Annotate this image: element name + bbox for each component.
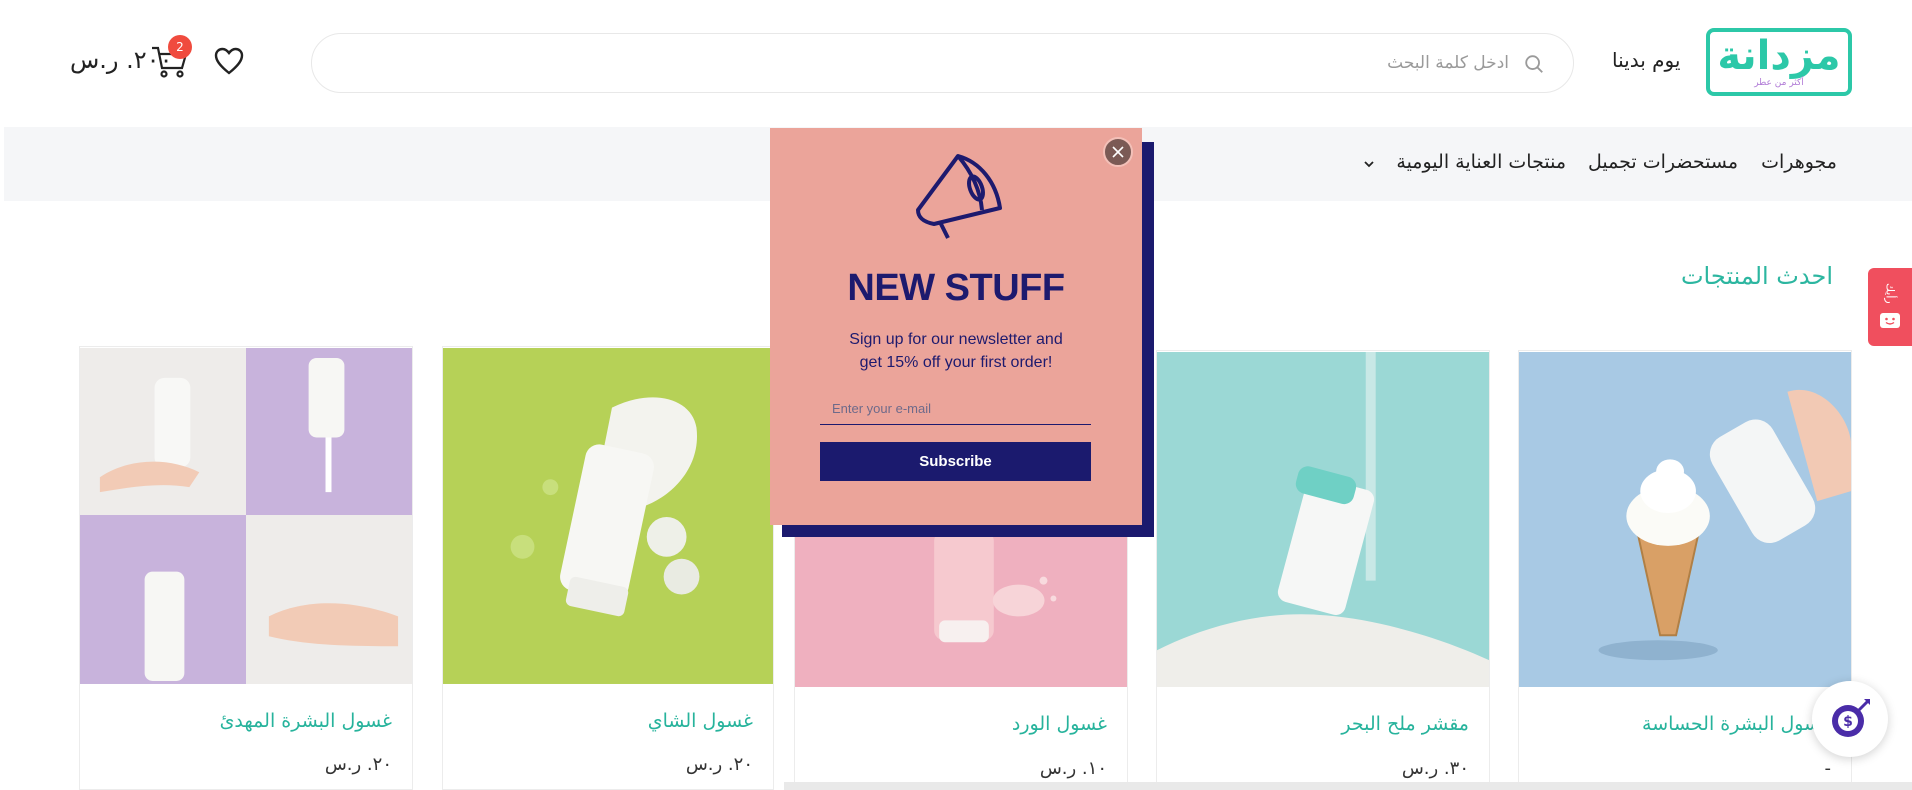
smile-chat-icon [1880, 313, 1900, 329]
nav-item-jewelry[interactable]: مجوهرات [1761, 151, 1837, 173]
product-price: ٢٠. ر.س [685, 754, 753, 775]
section-title: احدث المنتجات [1680, 262, 1833, 290]
logo-text: مزدانة [1717, 33, 1841, 79]
brand-story-link[interactable]: يوم بدينا [1612, 48, 1680, 72]
product-name[interactable]: غسول الورد [1012, 713, 1107, 735]
nav-item-cosmetics[interactable]: مستحضرات تجميل [1588, 151, 1738, 173]
popup-title: NEW STUFF [847, 267, 1065, 309]
close-icon[interactable] [1103, 137, 1133, 167]
product-image[interactable] [1157, 351, 1489, 688]
cart-total[interactable]: ٢٠٠. ر.س [70, 46, 172, 74]
megaphone-icon [916, 154, 1002, 239]
rewards-button[interactable]: $ [1812, 681, 1888, 757]
feedback-tab-label: رأيك [1883, 282, 1897, 304]
site-header: مزدانة أكثر من عطر يوم بدينا 2 ٢٠٠. ر.س [0, 0, 1912, 126]
product-price: ٢٠. ر.س [324, 754, 392, 775]
popup-text-line: Sign up for our newsletter and [849, 331, 1063, 348]
product-price: ١٠. ر.س [1039, 758, 1107, 779]
product-image[interactable] [1519, 351, 1851, 688]
subscribe-button[interactable]: Subscribe [820, 442, 1091, 481]
popup-text-line: get 15% off your first order! [859, 354, 1053, 371]
rewards-icon: $ [1832, 699, 1870, 737]
product-name[interactable]: غسول الشاي [648, 710, 753, 732]
product-name[interactable]: غسول البشرة المهدئ [220, 710, 392, 732]
product-card[interactable]: مقشر ملح البحر ٣٠. ر.س [1156, 350, 1490, 790]
site-logo[interactable]: مزدانة أكثر من عطر [1706, 28, 1852, 96]
product-price: ٣٠. ر.س [1401, 758, 1469, 779]
product-image[interactable] [443, 347, 773, 685]
search-input[interactable] [409, 48, 1509, 78]
logo-tagline: أكثر من عطر [1754, 78, 1804, 88]
product-card[interactable]: غسول الشاي ٢٠. ر.س [442, 346, 774, 790]
email-field[interactable] [820, 393, 1091, 425]
popup-description: Sign up for our newsletter and get 15% o… [790, 328, 1122, 374]
search-icon[interactable] [1523, 53, 1545, 75]
chevron-down-icon[interactable] [1362, 157, 1376, 171]
feedback-tab[interactable]: رأيك [1868, 268, 1912, 346]
search-bar [311, 33, 1574, 93]
product-image[interactable] [80, 347, 412, 685]
product-name[interactable]: غسول البشرة الحساسة [1642, 713, 1831, 735]
product-card[interactable]: غسول البشرة الحساسة - [1518, 350, 1852, 790]
product-card[interactable]: غسول البشرة المهدئ ٢٠. ر.س [79, 346, 413, 790]
page-footer-edge [784, 782, 1912, 790]
svg-text:$: $ [1843, 714, 1853, 730]
product-price: - [1824, 758, 1832, 779]
heart-icon[interactable] [213, 46, 245, 76]
product-name[interactable]: مقشر ملح البحر [1341, 713, 1469, 735]
nav-item-daily-care[interactable]: منتجات العناية اليومية [1396, 151, 1566, 173]
